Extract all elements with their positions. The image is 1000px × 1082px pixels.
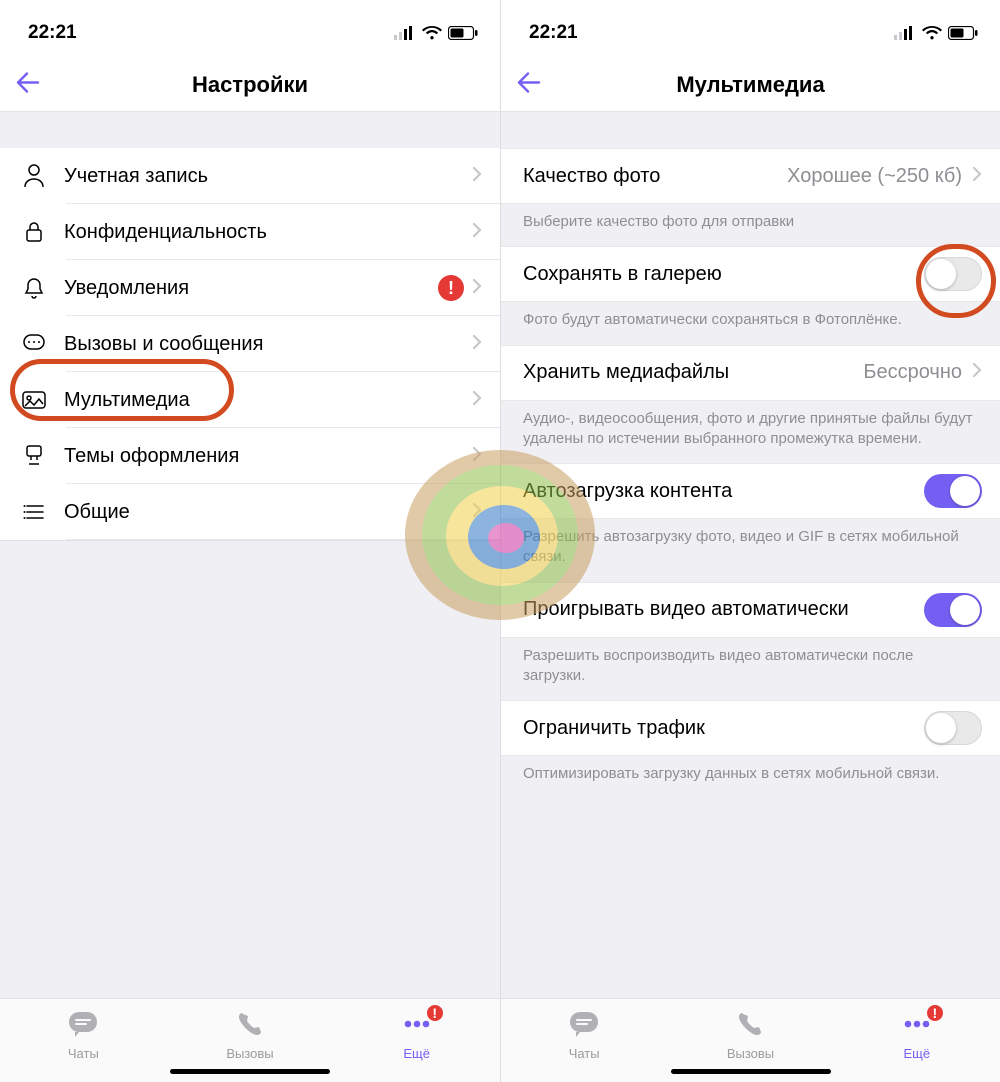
wifi-icon: [422, 26, 442, 40]
status-indicators: [894, 26, 978, 40]
status-bar: 22:21: [501, 0, 1000, 58]
nav-bar: Настройки: [0, 58, 500, 112]
signal-icon: [894, 26, 916, 40]
chevron-right-icon: [472, 221, 482, 244]
phone-settings: 22:21 Настройки Учетная запись: [0, 0, 500, 1082]
row-label: Вызовы и сообщения: [64, 333, 472, 356]
toggle-save-gallery[interactable]: [924, 257, 982, 291]
row-label: Конфиденциальность: [64, 221, 472, 244]
page-title: Настройки: [0, 72, 500, 98]
back-button[interactable]: [515, 70, 541, 99]
toggle-limit-traffic[interactable]: [924, 711, 982, 745]
tab-chats[interactable]: Чаты: [0, 999, 167, 1082]
status-time: 22:21: [28, 22, 77, 44]
chevron-right-icon: [472, 501, 482, 524]
tab-more[interactable]: ! Ещё: [333, 999, 500, 1082]
section-footer: Фото будут автоматически сохраняться в Ф…: [501, 302, 1000, 344]
row-label: Сохранять в галерею: [523, 263, 924, 286]
row-label: Мультимедиа: [64, 389, 472, 412]
battery-icon: [948, 26, 978, 40]
chat-bubble-icon: [567, 1009, 601, 1044]
tab-alert-badge: !: [925, 1003, 945, 1023]
row-save-gallery[interactable]: Сохранять в галерею: [501, 246, 1000, 302]
chevron-right-icon: [472, 389, 482, 412]
phone-icon: [735, 1009, 765, 1044]
row-store-media[interactable]: Хранить медиафайлы Бессрочно: [501, 345, 1000, 401]
multimedia-list: Качество фото Хорошее (~250 кб) Выберите…: [501, 112, 1000, 998]
status-bar: 22:21: [0, 0, 500, 58]
chevron-right-icon: [472, 333, 482, 356]
sidebar-item-privacy[interactable]: Конфиденциальность: [0, 204, 500, 260]
row-label: Автозагрузка контента: [523, 480, 924, 503]
section-footer: Аудио-, видеосообщения, фото и другие пр…: [501, 401, 1000, 464]
chevron-right-icon: [972, 165, 982, 188]
row-value: Хорошее (~250 кб): [787, 165, 962, 188]
row-limit-traffic[interactable]: Ограничить трафик: [501, 700, 1000, 756]
phone-icon: [235, 1009, 265, 1044]
signal-icon: [394, 26, 416, 40]
chevron-right-icon: [972, 361, 982, 384]
page-title: Мультимедиа: [501, 72, 1000, 98]
tab-bar: Чаты Вызовы ! Ещё: [0, 998, 500, 1082]
person-icon: [18, 164, 50, 188]
row-label: Ограничить трафик: [523, 717, 924, 740]
tab-chats[interactable]: Чаты: [501, 999, 667, 1082]
sidebar-item-multimedia[interactable]: Мультимедиа: [0, 372, 500, 428]
lock-icon: [18, 220, 50, 244]
row-label: Проигрывать видео автоматически: [523, 598, 924, 621]
tab-alert-badge: !: [425, 1003, 445, 1023]
toggle-auto-download[interactable]: [924, 474, 982, 508]
wifi-icon: [922, 26, 942, 40]
row-label: Учетная запись: [64, 165, 472, 188]
tab-label: Вызовы: [727, 1046, 774, 1061]
status-indicators: [394, 26, 478, 40]
back-button[interactable]: [14, 70, 40, 99]
photo-icon: [18, 390, 50, 410]
sidebar-item-notifications[interactable]: Уведомления !: [0, 260, 500, 316]
tab-bar: Чаты Вызовы ! Ещё: [501, 998, 1000, 1082]
row-label: Хранить медиафайлы: [523, 361, 863, 384]
section-footer: Разрешить воспроизводить видео автоматич…: [501, 638, 1000, 701]
tab-label: Вызовы: [226, 1046, 273, 1061]
tab-label: Чаты: [68, 1046, 99, 1061]
row-label: Качество фото: [523, 165, 787, 188]
bell-icon: [18, 276, 50, 300]
chevron-right-icon: [472, 445, 482, 468]
tab-label: Ещё: [403, 1046, 430, 1061]
settings-list: Учетная запись Конфиденциальность: [0, 112, 500, 998]
row-label: Уведомления: [64, 277, 438, 300]
home-indicator[interactable]: [170, 1069, 330, 1074]
section-footer: Выберите качество фото для отправки: [501, 204, 1000, 246]
battery-icon: [448, 26, 478, 40]
chevron-left-icon: [515, 70, 541, 94]
sidebar-item-calls-messages[interactable]: Вызовы и сообщения: [0, 316, 500, 372]
tab-more[interactable]: ! Ещё: [834, 999, 1000, 1082]
alert-badge: !: [438, 275, 464, 301]
section-footer: Разрешить автозагрузку фото, видео и GIF…: [501, 519, 1000, 582]
toggle-autoplay-video[interactable]: [924, 593, 982, 627]
chevron-left-icon: [14, 70, 40, 94]
tab-label: Ещё: [904, 1046, 931, 1061]
status-time: 22:21: [529, 22, 578, 44]
row-auto-download[interactable]: Автозагрузка контента: [501, 463, 1000, 519]
tab-label: Чаты: [569, 1046, 600, 1061]
sidebar-item-themes[interactable]: Темы оформления: [0, 428, 500, 484]
chevron-right-icon: [472, 165, 482, 188]
sidebar-item-account[interactable]: Учетная запись: [0, 148, 500, 204]
brush-icon: [18, 444, 50, 468]
row-label: Темы оформления: [64, 445, 472, 468]
home-indicator[interactable]: [671, 1069, 831, 1074]
row-value: Бессрочно: [863, 361, 962, 384]
sidebar-item-general[interactable]: Общие: [0, 484, 500, 540]
row-photo-quality[interactable]: Качество фото Хорошее (~250 кб): [501, 148, 1000, 204]
row-autoplay-video[interactable]: Проигрывать видео автоматически: [501, 582, 1000, 638]
list-icon: [18, 503, 50, 521]
section-footer: Оптимизировать загрузку данных в сетях м…: [501, 756, 1000, 798]
chevron-right-icon: [472, 277, 482, 300]
nav-bar: Мультимедиа: [501, 58, 1000, 112]
row-label: Общие: [64, 501, 472, 524]
chat-icon: [18, 333, 50, 355]
chat-bubble-icon: [66, 1009, 100, 1044]
phone-multimedia: 22:21 Мультимедиа Качество фото Хорошее …: [500, 0, 1000, 1082]
